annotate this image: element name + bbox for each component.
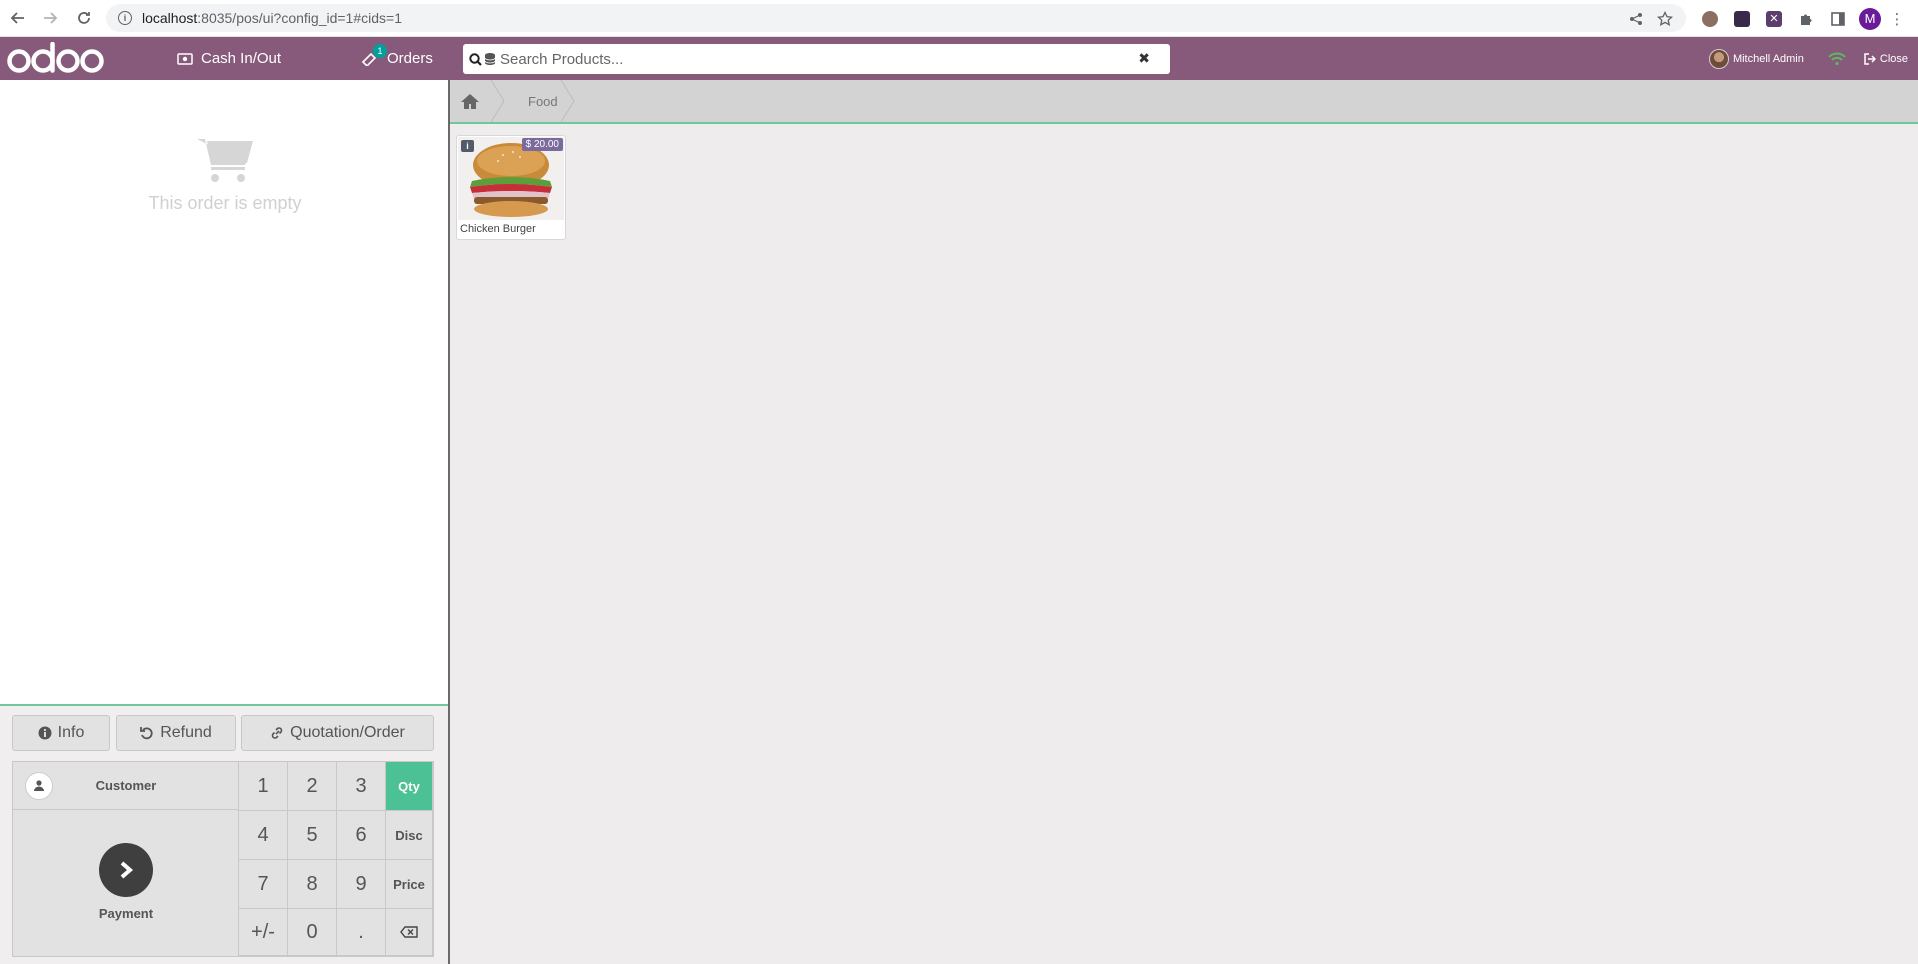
payment-button[interactable]: Payment: [13, 810, 239, 956]
product-price-tag: $ 20.00: [521, 138, 563, 151]
payment-label: Payment: [98, 906, 154, 921]
back-icon[interactable]: [6, 6, 30, 30]
shopping-cart-icon: [197, 139, 253, 182]
customer-label: Customer: [95, 778, 157, 793]
numpad-key-5[interactable]: 5: [288, 811, 337, 860]
quotation-order-button[interactable]: Quotation/Order: [241, 715, 434, 751]
numpad-area: Customer Payment 1 2 3 Qty 4 5 6 Disc 7 …: [12, 761, 434, 957]
product-search[interactable]: ✖: [463, 44, 1170, 74]
user-avatar[interactable]: [1708, 48, 1729, 69]
undo-icon: [140, 727, 153, 740]
disc-mode-button[interactable]: Disc: [386, 811, 433, 860]
numpad-key-plus-minus[interactable]: +/-: [239, 909, 288, 956]
url-host: localhost: [142, 10, 198, 26]
reload-icon[interactable]: [72, 6, 96, 30]
extension-terminal-icon[interactable]: [1726, 3, 1758, 35]
numpad-key-3[interactable]: 3: [337, 762, 386, 811]
price-mode-button[interactable]: Price: [386, 860, 433, 909]
ticket-icon: 1: [361, 37, 387, 80]
orders-label: Orders: [387, 50, 433, 67]
info-icon: [38, 726, 52, 740]
cash-in-out-button[interactable]: Cash In/Out: [177, 37, 281, 80]
numpad-key-8[interactable]: 8: [288, 860, 337, 909]
empty-order: This order is empty: [0, 135, 450, 214]
products-pane: Food $ 20.00 i Chicken Burger: [450, 80, 1918, 964]
orders-count-badge: 1: [373, 44, 387, 58]
browser-toolbar: i localhost:8035/pos/ui?config_id=1#cids…: [0, 0, 1918, 37]
odoo-logo: [6, 41, 108, 77]
search-input[interactable]: [500, 50, 1120, 68]
numpad-key-9[interactable]: 9: [337, 860, 386, 909]
numpad-key-2[interactable]: 2: [288, 762, 337, 811]
site-info-icon[interactable]: i: [118, 11, 132, 25]
refund-label: Refund: [160, 724, 212, 741]
product-card[interactable]: $ 20.00 i Chicken Burger: [456, 135, 566, 240]
extension-monkey-icon[interactable]: [1694, 3, 1726, 35]
home-category-button[interactable]: [450, 80, 490, 122]
wifi-icon: [1828, 52, 1846, 65]
quotation-order-label: Quotation/Order: [290, 724, 405, 741]
product-name: Chicken Burger: [460, 223, 536, 235]
breadcrumb-separator: [490, 80, 505, 122]
qty-mode-button[interactable]: Qty: [386, 762, 433, 811]
backspace-button[interactable]: [386, 909, 433, 956]
home-icon: [461, 93, 479, 109]
info-button[interactable]: Info: [12, 715, 110, 751]
empty-order-text: This order is empty: [148, 193, 302, 213]
numpad-key-0[interactable]: 0: [288, 909, 337, 956]
bookmark-star-icon[interactable]: [1649, 3, 1681, 35]
order-pane: This order is empty Info Refund Quotatio…: [0, 80, 450, 964]
refund-button[interactable]: Refund: [116, 715, 236, 751]
category-food[interactable]: Food: [528, 80, 558, 122]
close-button[interactable]: Close: [1864, 53, 1908, 65]
money-icon: [177, 52, 193, 65]
pos-header: Cash In/Out 1 Orders ✖ Mitchell Admin Cl…: [0, 37, 1918, 80]
url-path: :8035/pos/ui?config_id=1#cids=1: [197, 10, 402, 26]
cash-in-out-label: Cash In/Out: [201, 50, 282, 67]
chevron-right-icon: [99, 843, 153, 897]
breadcrumb-separator: [560, 80, 575, 122]
address-bar[interactable]: i localhost:8035/pos/ui?config_id=1#cids…: [106, 4, 1686, 32]
numpad-key-6[interactable]: 6: [337, 811, 386, 860]
sign-out-icon: [1864, 52, 1876, 65]
extension-x-icon[interactable]: ✕: [1758, 3, 1790, 35]
user-name[interactable]: Mitchell Admin: [1733, 53, 1804, 65]
search-icon: [469, 52, 482, 66]
extensions-puzzle-icon[interactable]: [1790, 3, 1822, 35]
backspace-icon: [400, 926, 418, 938]
numpad-key-1[interactable]: 1: [239, 762, 288, 811]
profile-avatar[interactable]: M: [1854, 3, 1886, 35]
browser-menu-icon[interactable]: ⋮: [1886, 3, 1908, 35]
product-info-icon[interactable]: i: [461, 140, 474, 152]
category-breadcrumb: Food: [450, 80, 1918, 124]
share-icon[interactable]: [1620, 3, 1652, 35]
close-label: Close: [1879, 52, 1908, 65]
customer-button[interactable]: Customer: [13, 762, 239, 810]
header-right: Mitchell Admin Close: [1708, 37, 1908, 80]
numpad-key-7[interactable]: 7: [239, 860, 288, 909]
link-icon: [271, 727, 283, 739]
database-icon: [484, 53, 496, 65]
control-area: Info Refund Quotation/Order Customer Pay…: [0, 704, 448, 964]
clear-search-icon[interactable]: ✖: [1138, 50, 1150, 67]
orders-button[interactable]: 1 Orders: [361, 37, 433, 80]
info-label: Info: [57, 724, 85, 741]
numpad-key-dot[interactable]: .: [337, 909, 386, 956]
forward-icon[interactable]: [38, 6, 62, 30]
side-panel-icon[interactable]: [1822, 3, 1854, 35]
numpad-key-4[interactable]: 4: [239, 811, 288, 860]
